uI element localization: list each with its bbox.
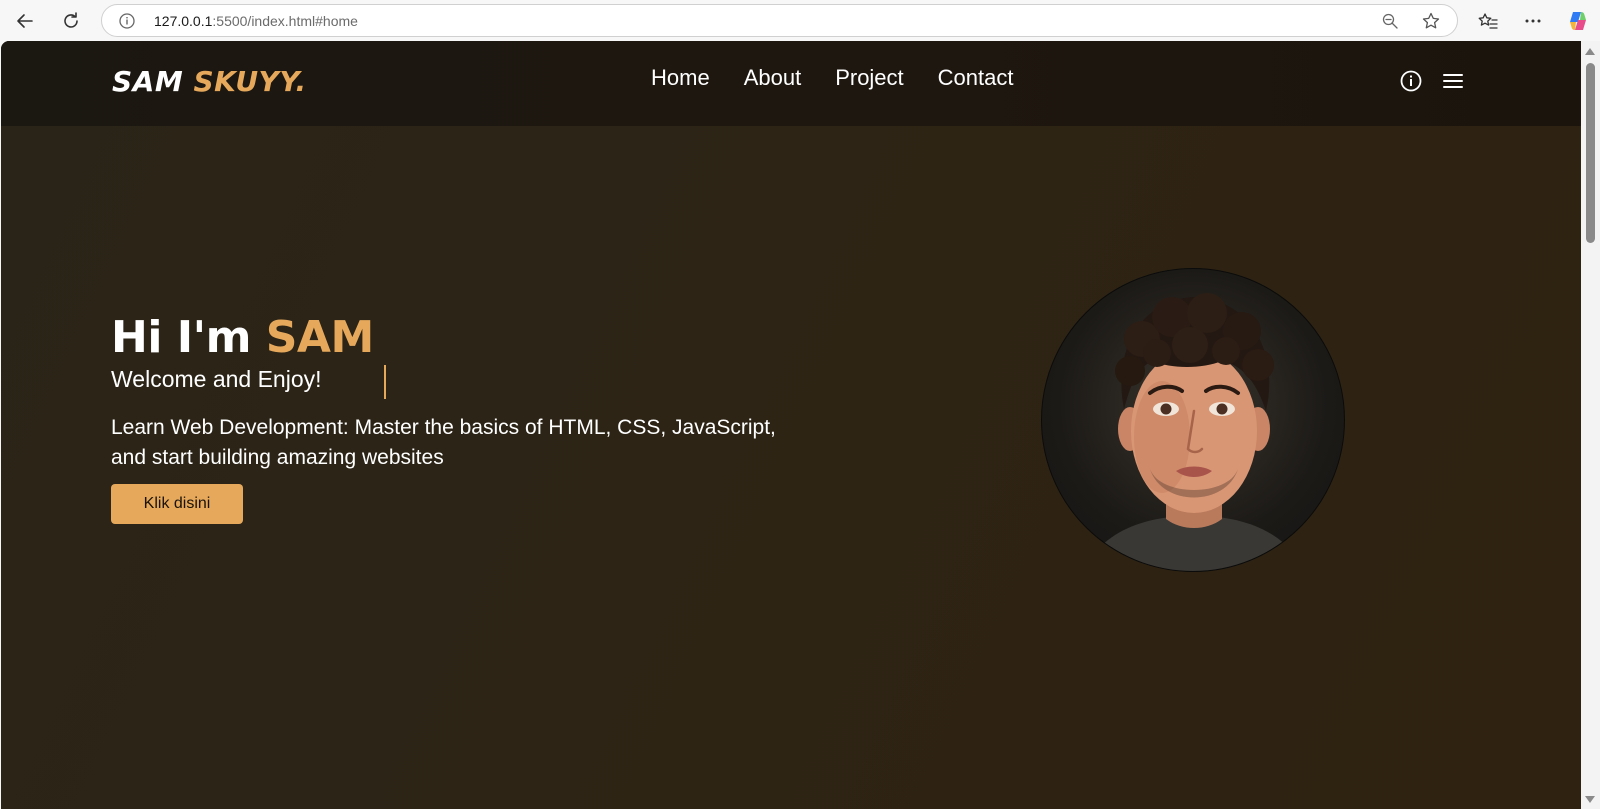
page-viewport: SAM SKUYY. Home About Project Contact Hi… — [1, 41, 1581, 809]
page-scrollbar[interactable] — [1581, 41, 1600, 809]
typing-cursor — [384, 365, 386, 399]
profile-avatar — [1041, 268, 1345, 572]
scroll-thumb[interactable] — [1586, 63, 1595, 243]
url-text[interactable]: 127.0.0.1:5500/index.html#home — [154, 13, 358, 29]
cta-button[interactable]: Klik disini — [111, 484, 243, 524]
back-icon[interactable] — [10, 6, 40, 36]
hero-title: Hi I'm SAM — [111, 312, 374, 363]
hero-title-name: SAM — [265, 312, 375, 363]
scroll-up-arrow-icon[interactable] — [1585, 48, 1595, 55]
site-logo[interactable]: SAM SKUYY. — [112, 65, 307, 98]
nav-link-home[interactable]: Home — [651, 65, 710, 91]
logo-accent: SKUYY. — [193, 65, 307, 98]
copilot-icon[interactable] — [1563, 6, 1593, 36]
hero-description: Learn Web Development: Master the basics… — [111, 416, 776, 469]
url-path: :5500/index.html#home — [212, 13, 358, 29]
hamburger-menu-icon[interactable] — [1440, 68, 1466, 94]
nav-link-about[interactable]: About — [744, 65, 802, 91]
url-host: 127.0.0.1 — [154, 13, 213, 29]
main-nav: Home About Project Contact — [651, 65, 1048, 91]
favorites-list-icon[interactable] — [1473, 6, 1503, 36]
scroll-down-arrow-icon[interactable] — [1585, 796, 1595, 803]
address-bar[interactable]: 127.0.0.1:5500/index.html#home — [101, 4, 1458, 37]
hero-title-prefix: Hi I'm — [111, 312, 266, 363]
info-icon[interactable] — [1398, 68, 1424, 94]
more-options-icon[interactable] — [1518, 6, 1548, 36]
site-header: SAM SKUYY. Home About Project Contact — [1, 41, 1581, 126]
nav-link-project[interactable]: Project — [835, 65, 903, 91]
logo-main: SAM — [112, 65, 194, 98]
zoom-out-icon[interactable] — [1381, 12, 1399, 34]
browser-toolbar: 127.0.0.1:5500/index.html#home — [0, 0, 1600, 41]
hero-subtitle: Welcome and Enjoy! — [111, 366, 322, 392]
site-info-icon[interactable] — [118, 12, 136, 34]
reload-icon[interactable] — [56, 6, 86, 36]
nav-link-contact[interactable]: Contact — [938, 65, 1014, 91]
favorite-star-icon[interactable] — [1421, 11, 1441, 35]
